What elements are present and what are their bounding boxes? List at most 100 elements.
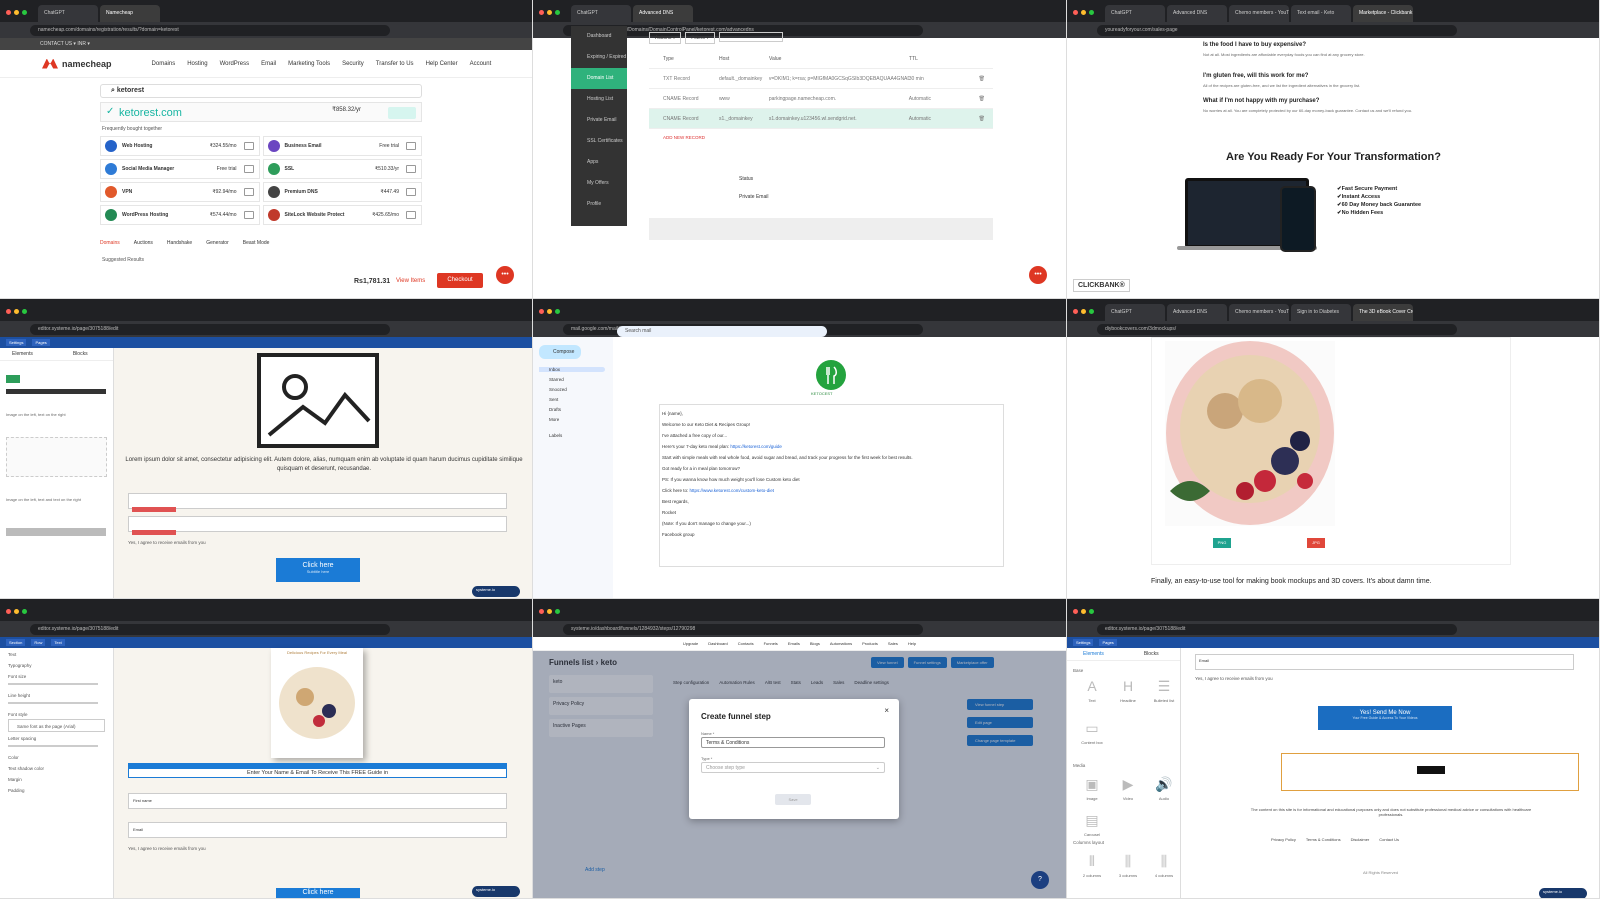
tab-elements[interactable]: Elements [1083,651,1104,657]
browser-tab[interactable]: ChatGPT [38,5,98,22]
cart-icon[interactable] [406,142,416,150]
sidebar-item[interactable]: Apps [571,152,627,173]
filters-dropdown[interactable]: Filters ▾ [685,32,715,44]
folder-snoozed[interactable]: Snoozed [539,387,605,392]
footer-link[interactable]: Disclaimer [1351,837,1370,842]
nav-help[interactable]: Help [908,641,916,646]
product-card[interactable]: SiteLock Website Protect ₹425.65/mo [262,205,422,225]
address-bar[interactable]: editor.systeme.io/page/3075188/edit [30,623,390,635]
cart-icon[interactable] [243,188,254,196]
block-preview[interactable] [6,437,107,477]
address-bar[interactable]: namecheap.com/domains/registration/resul… [30,24,390,36]
click-here-button[interactable]: Click here Subtitle here [276,558,360,582]
compose-button[interactable]: Compose [539,345,581,359]
step-name-input[interactable]: Terms & Conditions [701,737,885,748]
product-card[interactable]: SSL ₹510.33/yr [262,159,422,179]
top-bar[interactable]: CONTACT US ▾ INR ▾ [0,38,532,50]
agree-checkbox[interactable]: Yes, I agree to receive emails from you [128,540,206,545]
sidebar-item[interactable]: Hosting List [571,89,627,110]
domain-search-input[interactable]: ⌕ ketorest [100,84,422,98]
menu-wordpress[interactable]: WordPress [220,61,250,67]
systeme-badge[interactable]: systeme.io [472,586,520,597]
tab-elements[interactable]: Elements [12,351,33,357]
element-audio-icon[interactable]: 🔊 [1149,776,1179,793]
tab-auctions[interactable]: Auctions [134,240,153,246]
cart-icon[interactable] [406,165,416,173]
view-items-link[interactable]: View Items [396,278,425,284]
address-bar[interactable]: editor.systeme.io/page/3075188/edit [30,323,390,335]
breadcrumb-text[interactable]: Text [51,639,65,646]
selected-row[interactable] [1281,753,1579,791]
product-card[interactable]: VPN ₹92.94/mo [100,182,260,202]
namecheap-logo[interactable]: namecheap [42,58,112,69]
save-button[interactable]: Save [775,794,811,805]
sidebar-item[interactable]: SSL Certificates [571,131,627,152]
nav-sales[interactable]: Sales [888,641,898,646]
name-field[interactable] [128,493,507,509]
element-video-icon[interactable]: ▶ [1113,776,1143,793]
cart-icon[interactable] [243,142,254,150]
sidebar-item[interactable]: Domain List [571,68,627,89]
trash-icon[interactable]: 🗑 [979,116,985,122]
click-here-button[interactable]: Click here [276,888,360,898]
search-input[interactable] [718,32,783,42]
browser-tab[interactable]: Text email - Keto [1291,5,1351,22]
pages-button[interactable]: Pages [1099,639,1117,646]
ebook-cover[interactable]: Delicious Recipes For Every Meal [271,648,363,758]
menu-domains[interactable]: Domains [152,61,176,67]
systeme-badge[interactable]: systeme.io [1539,888,1587,898]
product-card[interactable]: Business Email Free trial [262,136,422,156]
folder-starred[interactable]: Starred [539,377,605,382]
tab-blocks[interactable]: Blocks [73,351,88,357]
email-body[interactable]: Hi {name}, Welcome to our Keto Diet & Rec… [659,404,1004,567]
email-field[interactable] [128,516,507,532]
tab-handshake[interactable]: Handshake [167,240,192,246]
folder-inbox[interactable]: Inbox [539,367,605,372]
folder-drafts[interactable]: Drafts [539,407,605,412]
browser-tab[interactable]: Advanced DNS [1167,304,1227,321]
add-to-cart-button[interactable] [388,107,416,119]
nav-dashboard[interactable]: Dashboard [708,641,728,646]
menu-help[interactable]: Help Center [426,61,458,67]
browser-tab[interactable]: ChatGPT [1105,5,1165,22]
cart-icon[interactable] [243,165,254,173]
agree-checkbox[interactable]: Yes, I agree to receive emails from you [128,846,206,851]
nav-emails[interactable]: Emails [788,641,800,646]
checkout-button[interactable]: Checkout [437,273,483,288]
agree-checkbox[interactable]: Yes, I agree to receive emails from you [1195,676,1273,681]
product-card[interactable]: Social Media Manager Free trial [100,159,260,179]
dns-record-row[interactable]: CNAME Record www parkingpage.namecheap.com… [649,89,993,109]
settings-button[interactable]: Settings [6,339,27,346]
send-me-button[interactable]: Yes! Send Me Now Your Free Guide & Acces… [1318,706,1452,730]
sidebar-item[interactable]: Expiring / Expired [571,47,627,68]
headline-text[interactable]: Enter Your Name & Email To Receive This … [128,768,507,778]
menu-security[interactable]: Security [342,61,364,67]
menu-hosting[interactable]: Hosting [187,61,207,67]
breadcrumb-section[interactable]: Section [6,639,26,646]
element-carousel-icon[interactable]: ▤ [1077,812,1107,829]
tab-beast-mode[interactable]: Beast Mode [243,240,270,246]
chat-icon[interactable]: ••• [1029,266,1047,284]
trash-icon[interactable]: 🗑 [979,76,985,82]
nav-funnels[interactable]: Funnels [764,641,778,646]
add-record-button[interactable]: ADD NEW RECORD [649,129,993,146]
close-icon[interactable]: × [884,706,889,715]
element-image-icon[interactable]: ▣ [1077,776,1107,793]
clickbank-logo[interactable]: CLICKBANK® [1073,279,1130,292]
email-field[interactable]: Email [128,822,507,838]
nav-blogs[interactable]: Blogs [810,641,820,646]
address-bar[interactable]: systeme.io/dashboard/funnels/1284932/ste… [563,623,923,635]
address-bar[interactable]: youreadyforyour.com/sales-page [1097,24,1457,36]
browser-tab[interactable]: Chemo members - YouTube [1229,5,1289,22]
slider[interactable] [8,745,98,747]
footer-link[interactable]: Terms & Conditions [1306,837,1341,842]
element-text-icon[interactable]: A [1077,678,1107,694]
tab-generator[interactable]: Generator [206,240,229,246]
element-bulleted-list-icon[interactable]: ☰ [1149,678,1179,695]
folder-more[interactable]: More [539,417,605,422]
cart-icon[interactable] [406,211,416,219]
tab-domains[interactable]: Domains [100,240,120,246]
help-icon[interactable]: ? [1031,871,1049,889]
slider[interactable] [8,683,98,685]
png-button[interactable]: PNG [1213,538,1231,548]
